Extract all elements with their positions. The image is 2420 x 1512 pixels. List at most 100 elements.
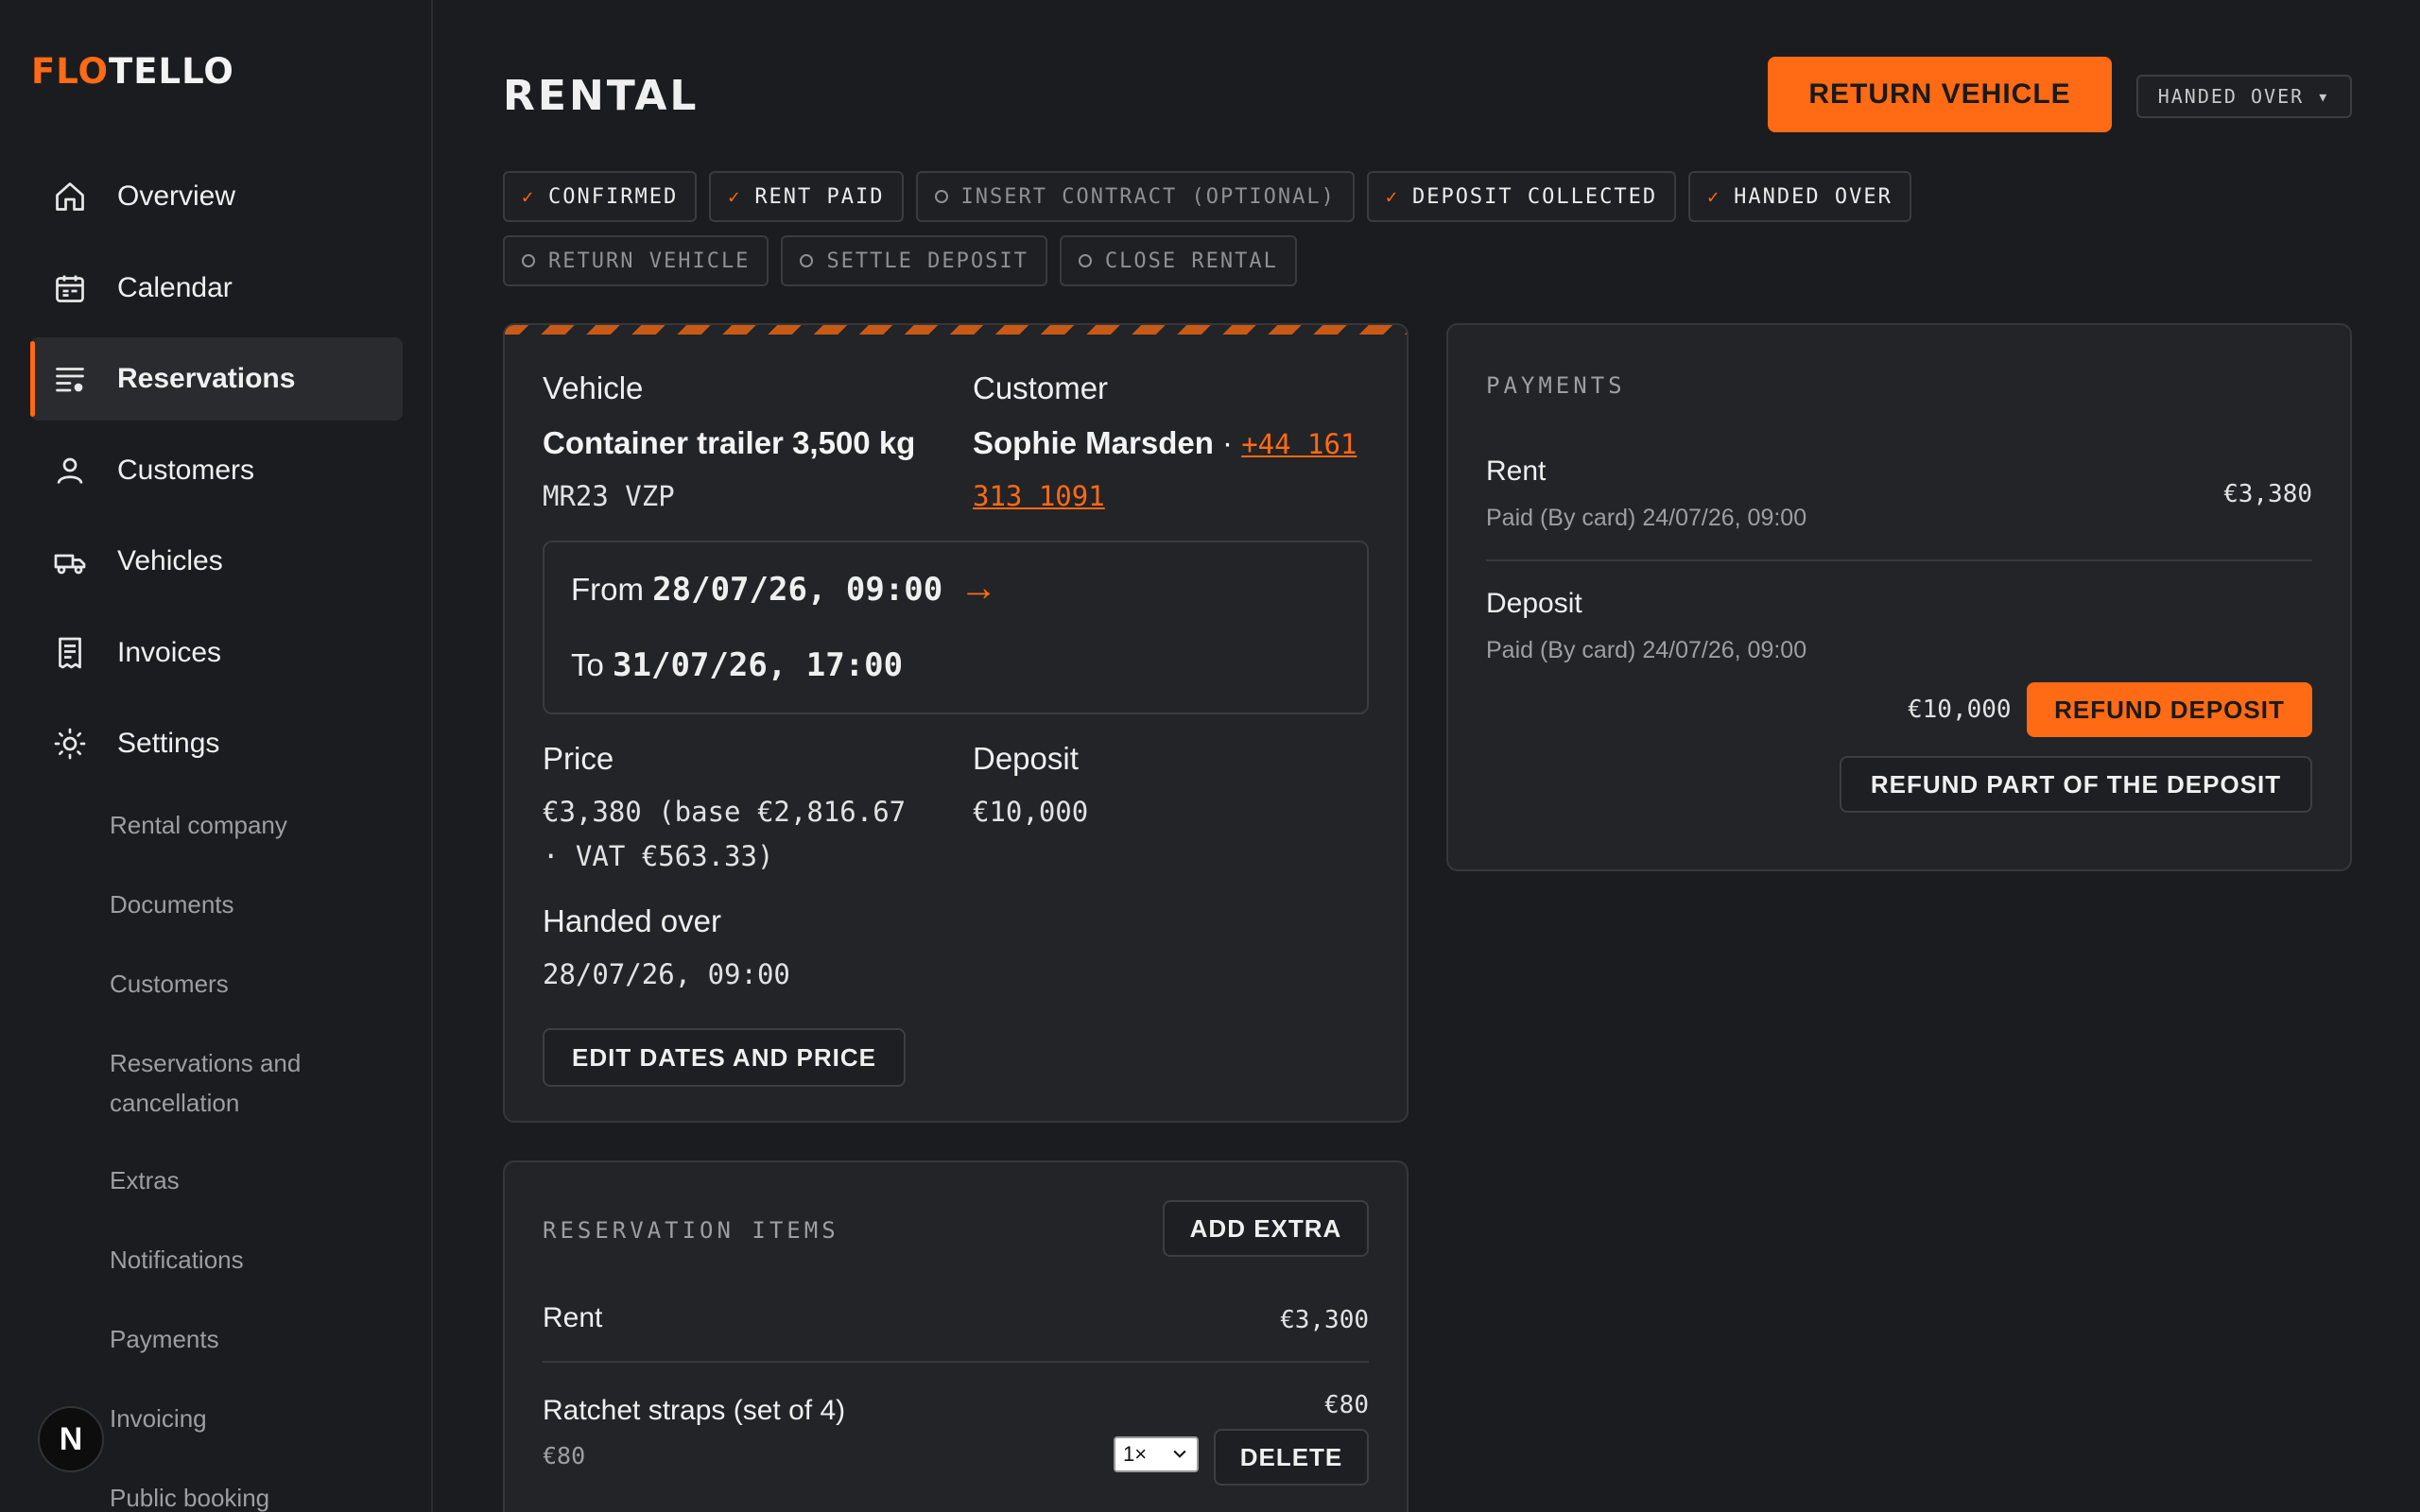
vehicle-plate: MR23 VZP bbox=[543, 480, 675, 512]
sidebar-item-customers[interactable]: Customers bbox=[30, 429, 403, 512]
circle-icon bbox=[522, 254, 535, 267]
gear-icon bbox=[53, 727, 87, 761]
status-select[interactable]: HANDED OVER ▾ bbox=[2136, 75, 2352, 118]
settings-item-extras[interactable]: Extras bbox=[110, 1160, 393, 1200]
avatar[interactable]: N bbox=[38, 1406, 104, 1472]
to-date: To 31/07/26, 17:00 bbox=[571, 646, 903, 684]
to-value: 31/07/26, 17:00 bbox=[613, 646, 904, 684]
refund-part-deposit-button[interactable]: REFUND PART OF THE DEPOSIT bbox=[1840, 756, 2312, 813]
circle-icon bbox=[800, 254, 814, 267]
sidebar-item-settings[interactable]: Settings bbox=[30, 702, 403, 785]
customer-phone-cont[interactable]: 313 1091 bbox=[973, 474, 1105, 519]
check-icon: ✓ bbox=[1707, 185, 1721, 208]
quantity-value: 1× bbox=[1123, 1442, 1148, 1466]
circle-icon bbox=[1078, 254, 1092, 267]
app-logo[interactable]: FLOTELLO bbox=[31, 51, 234, 92]
price-label: Price bbox=[543, 741, 614, 776]
delete-item-button[interactable]: DELETE bbox=[1214, 1429, 1369, 1486]
step-label: DEPOSIT COLLECTED bbox=[1411, 184, 1658, 209]
separator: · bbox=[1213, 425, 1242, 460]
from-label: From bbox=[571, 572, 644, 607]
step-rent-paid[interactable]: ✓ RENT PAID bbox=[709, 171, 904, 222]
settings-item-notifications[interactable]: Notifications bbox=[110, 1240, 393, 1280]
step-label: CONFIRMED bbox=[548, 184, 679, 209]
customer-name-line: Sophie Marsden · +44 161 bbox=[973, 425, 1357, 461]
step-deposit-collected[interactable]: ✓ DEPOSIT COLLECTED bbox=[1366, 171, 1677, 222]
date-range-box: From 28/07/26, 09:00 → To 31/07/26, 17:00 bbox=[543, 541, 1369, 714]
item-amount: €80 bbox=[1324, 1391, 1369, 1419]
customer-phone[interactable]: +44 161 bbox=[1241, 428, 1357, 460]
step-handed-over[interactable]: ✓ HANDED OVER bbox=[1688, 171, 1911, 222]
sidebar-item-label: Calendar bbox=[117, 271, 233, 303]
sidebar-item-vehicles[interactable]: Vehicles bbox=[30, 520, 403, 603]
receipt-icon bbox=[53, 636, 87, 670]
customer-label: Customer bbox=[973, 370, 1109, 405]
refund-deposit-button[interactable]: REFUND DEPOSIT bbox=[2027, 682, 2312, 737]
main-nav: Overview Calendar Reservations Customers… bbox=[30, 155, 403, 794]
sidebar-item-label: Customers bbox=[117, 454, 255, 486]
home-icon bbox=[53, 180, 87, 214]
step-label: CLOSE RENTAL bbox=[1104, 249, 1278, 273]
check-icon: ✓ bbox=[1385, 185, 1399, 208]
sidebar-item-label: Overview bbox=[117, 180, 236, 212]
settings-item-rental-company[interactable]: Rental company bbox=[110, 805, 393, 845]
check-icon: ✓ bbox=[728, 185, 742, 208]
rental-details-card: Vehicle Container trailer 3,500 kg MR23 … bbox=[503, 323, 1409, 1123]
deposit-value: €10,000 bbox=[973, 796, 1089, 828]
sidebar-item-calendar[interactable]: Calendar bbox=[30, 247, 403, 330]
step-close-rental[interactable]: CLOSE RENTAL bbox=[1059, 235, 1297, 286]
user-icon bbox=[53, 454, 87, 488]
to-label: To bbox=[571, 647, 604, 682]
price-line-2: · VAT €563.33) bbox=[543, 840, 774, 872]
sidebar-item-overview[interactable]: Overview bbox=[30, 155, 403, 238]
sidebar-item-label: Vehicles bbox=[117, 545, 223, 576]
divider bbox=[1486, 559, 2312, 561]
add-extra-button[interactable]: ADD EXTRA bbox=[1163, 1200, 1369, 1257]
customer-phone-line2[interactable]: 313 1091 bbox=[973, 480, 1105, 512]
deposit-label: Deposit bbox=[973, 741, 1079, 776]
customer-name[interactable]: Sophie Marsden bbox=[973, 425, 1214, 460]
price-value: €3,380 (base €2,816.67 · VAT €563.33) bbox=[543, 790, 906, 879]
handed-over-label: Handed over bbox=[543, 903, 721, 938]
divider bbox=[543, 1361, 1369, 1363]
item-amount: €3,300 bbox=[1280, 1306, 1369, 1334]
sidebar-item-reservations[interactable]: Reservations bbox=[30, 337, 403, 421]
settings-item-payments[interactable]: Payments bbox=[110, 1319, 393, 1359]
quantity-select[interactable]: 1× bbox=[1114, 1436, 1199, 1472]
step-return-vehicle[interactable]: RETURN VEHICLE bbox=[503, 235, 769, 286]
hazard-stripe bbox=[505, 325, 1407, 335]
sidebar-item-invoices[interactable]: Invoices bbox=[30, 611, 403, 695]
sidebar-item-label: Settings bbox=[117, 728, 220, 759]
truck-icon bbox=[53, 544, 87, 578]
price-line-1: €3,380 (base €2,816.67 bbox=[543, 796, 907, 828]
step-label: RETURN VEHICLE bbox=[548, 249, 751, 273]
handed-over-value: 28/07/26, 09:00 bbox=[543, 958, 790, 990]
sidebar-item-label: Reservations bbox=[117, 363, 296, 394]
step-insert-contract[interactable]: INSERT CONTRACT (OPTIONAL) bbox=[915, 171, 1355, 222]
item-unit-price: €80 bbox=[543, 1442, 586, 1469]
step-confirmed[interactable]: ✓ CONFIRMED bbox=[503, 171, 698, 222]
deposit-payment-amount: €10,000 bbox=[1908, 696, 2012, 724]
list-icon bbox=[53, 362, 87, 396]
payments-card: PAYMENTS Rent Paid (By card) 24/07/26, 0… bbox=[1446, 323, 2352, 871]
reservation-items-card: RESERVATION ITEMS ADD EXTRA Rent €3,300 … bbox=[503, 1160, 1409, 1512]
sidebar-item-label: Invoices bbox=[117, 636, 222, 668]
sidebar: FLOTELLO Overview Calendar Reservations … bbox=[0, 0, 433, 1512]
from-value: 28/07/26, 09:00 bbox=[652, 571, 943, 609]
item-name: Ratchet straps (set of 4) bbox=[543, 1395, 846, 1426]
return-vehicle-button[interactable]: RETURN VEHICLE bbox=[1768, 57, 2112, 132]
step-label: HANDED OVER bbox=[1734, 184, 1893, 209]
settings-item-invoicing[interactable]: Invoicing bbox=[110, 1399, 393, 1438]
settings-item-customers[interactable]: Customers bbox=[110, 964, 393, 1004]
edit-dates-price-button[interactable]: EDIT DATES AND PRICE bbox=[543, 1028, 906, 1087]
deposit-payment-label: Deposit bbox=[1486, 588, 1582, 619]
step-label: RENT PAID bbox=[754, 184, 885, 209]
rent-payment-status: Paid (By card) 24/07/26, 09:00 bbox=[1486, 505, 1807, 531]
circle-icon bbox=[934, 190, 948, 203]
settings-item-reservations[interactable]: Reservations and cancellation bbox=[110, 1043, 393, 1123]
item-name: Rent bbox=[543, 1302, 603, 1333]
settings-item-documents[interactable]: Documents bbox=[110, 885, 393, 924]
rent-payment-label: Rent bbox=[1486, 455, 1547, 487]
step-settle-deposit[interactable]: SETTLE DEPOSIT bbox=[781, 235, 1047, 286]
settings-item-public-booking[interactable]: Public booking bbox=[110, 1478, 393, 1512]
